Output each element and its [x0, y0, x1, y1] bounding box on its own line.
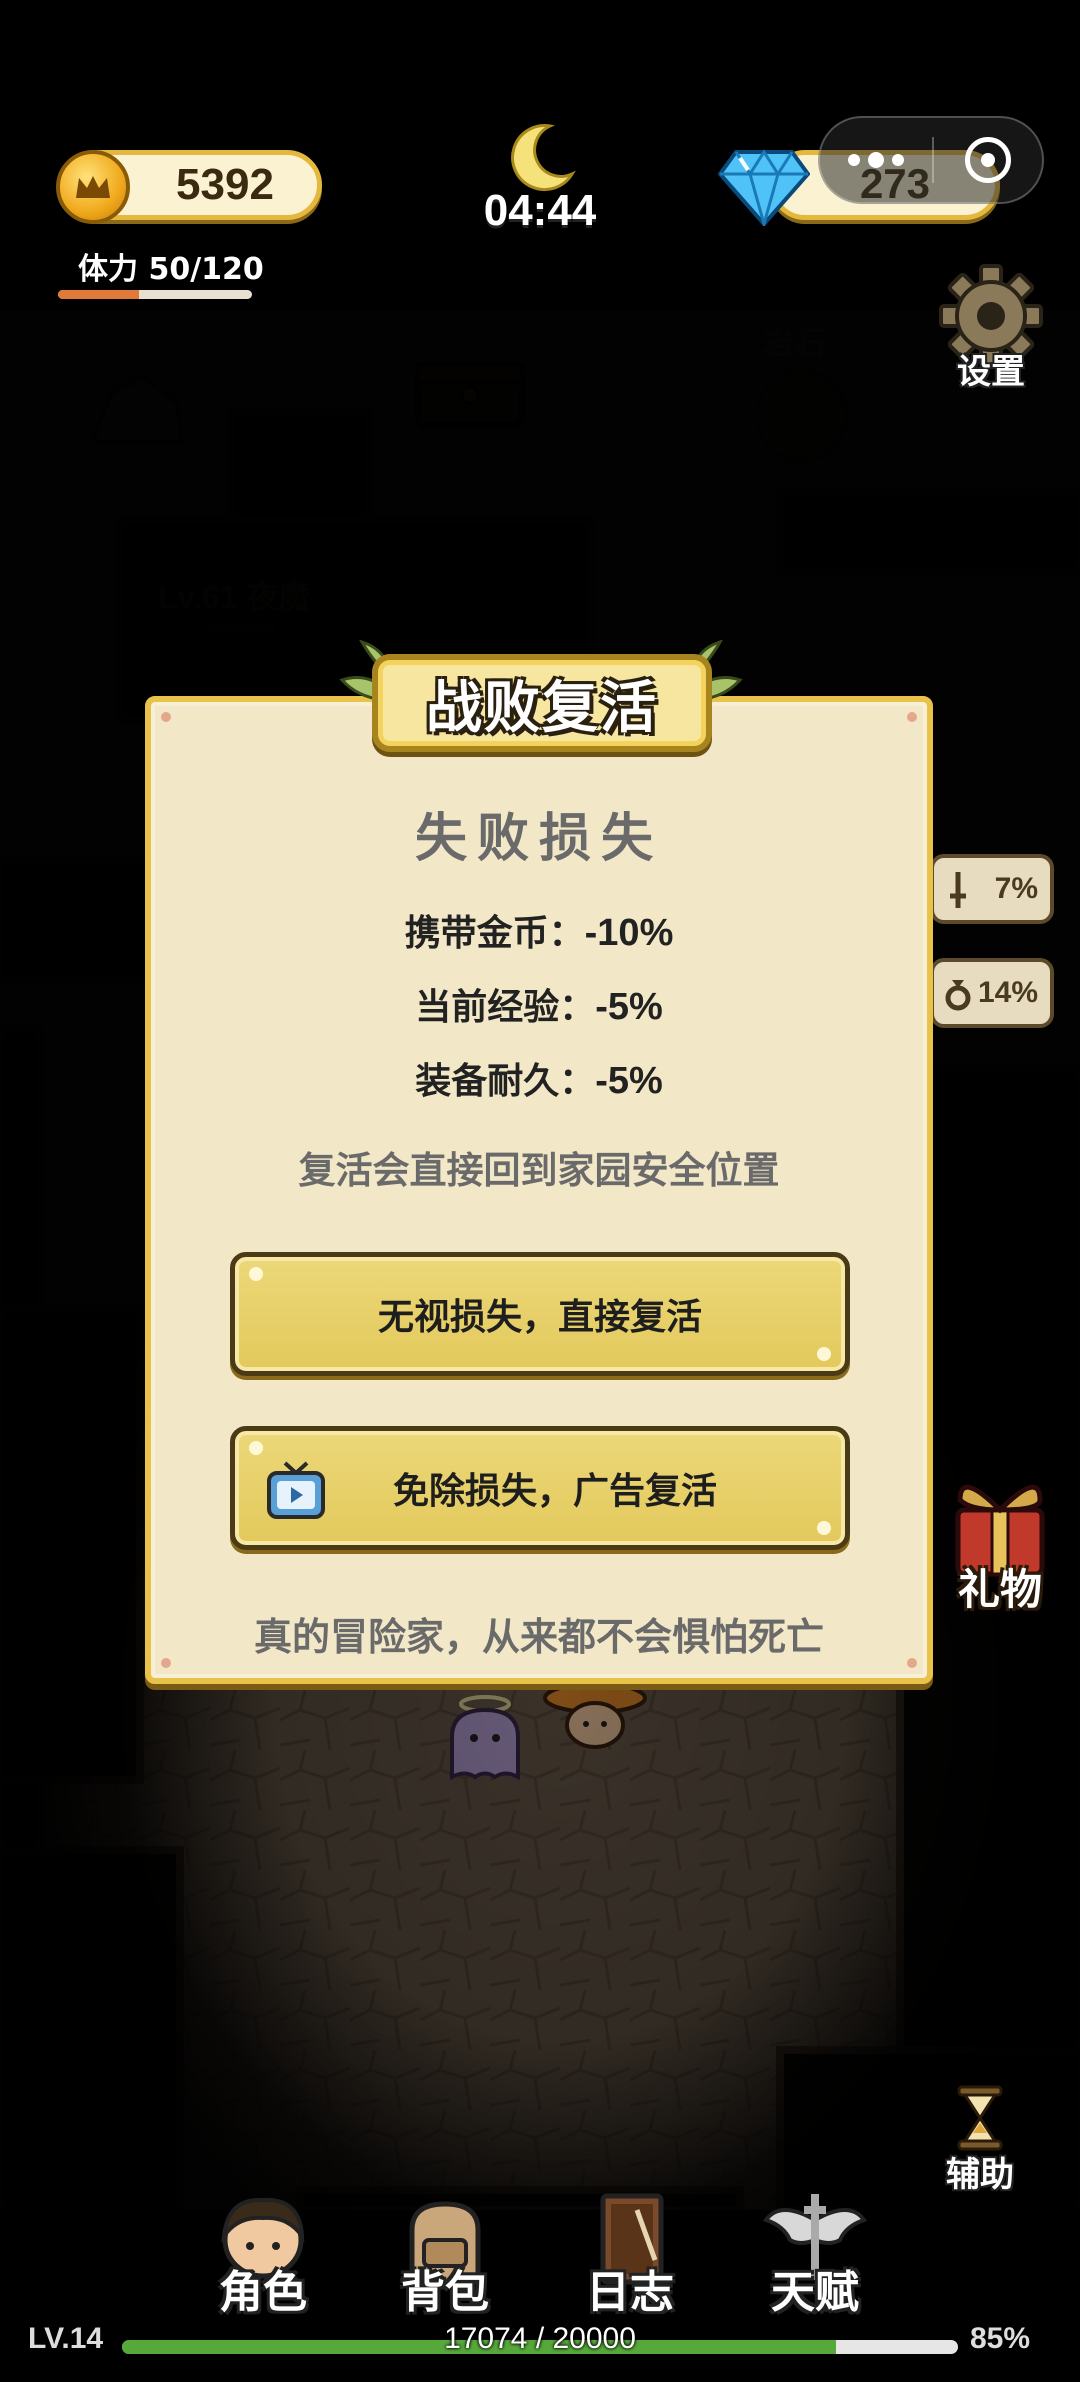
attack-stat-chip: 7% — [930, 854, 1054, 924]
close-mini-program-button[interactable] — [934, 137, 1042, 183]
nav-character-label: 角色 — [219, 2267, 307, 2318]
stamina-label: 体力 50/120 — [78, 252, 264, 287]
button-highlight — [817, 1521, 831, 1535]
loss-durability-row: 装备耐久：-5% — [145, 1052, 933, 1104]
loss-durability-label: 装备耐久： — [415, 1061, 596, 1102]
mini-program-capsule — [818, 116, 1044, 204]
gold-coin-icon — [56, 150, 130, 224]
nav-character[interactable]: 角色 — [188, 2190, 338, 2320]
nav-journal-label: 日志 — [586, 2267, 674, 2318]
loss-gold-label: 携带金币： — [404, 913, 585, 954]
settings-label: 设置 — [957, 352, 1025, 392]
diamond-icon — [718, 149, 810, 226]
dot-icon — [892, 154, 904, 166]
assist-label: 辅助 — [946, 2155, 1014, 2195]
revive-notice: 复活会直接回到家园安全位置 — [298, 1149, 780, 1192]
shield-icon — [945, 980, 971, 1011]
loss-exp-label: 当前经验： — [415, 987, 596, 1028]
nav-journal[interactable]: 日志 — [555, 2190, 705, 2320]
defense-stat-chip: 14% — [930, 958, 1054, 1028]
dot-icon — [868, 152, 884, 168]
assist-button[interactable]: 辅助 — [930, 2085, 1030, 2195]
game-clock: 04:44 — [483, 186, 597, 235]
video-ad-icon — [267, 1461, 325, 1519]
direct-revive-button[interactable]: 无视损失，直接复活 — [230, 1252, 850, 1376]
panel-rivet — [907, 712, 917, 722]
xp-text: 17074 / 20000 — [444, 2322, 636, 2355]
player-level: LV.14 — [28, 2322, 104, 2355]
nav-talent-label: 天赋 — [771, 2267, 859, 2318]
loss-durability-value: -5% — [595, 1060, 663, 1102]
loss-section-title: 失败损失 — [414, 809, 663, 869]
dialog-title: 战败复活 — [426, 675, 658, 741]
gift-label: 礼物 — [957, 1565, 1042, 1614]
gift-button[interactable]: 礼物 — [940, 1470, 1060, 1620]
button-highlight — [817, 1347, 831, 1361]
ad-revive-button[interactable]: 免除损失，广告复活 — [230, 1426, 850, 1550]
loss-gold-value: -10% — [584, 912, 674, 954]
loss-exp-value: -5% — [595, 986, 663, 1028]
coin-value: 5392 — [176, 160, 274, 209]
loss-gold-row: 携带金币：-10% — [145, 904, 933, 956]
nav-backpack[interactable]: 背包 — [370, 2190, 520, 2320]
dialog-motto: 真的冒险家，从来都不会惧怕死亡 — [253, 1615, 824, 1659]
button-highlight — [249, 1267, 263, 1281]
loss-exp-row: 当前经验：-5% — [145, 978, 933, 1030]
attack-stat-value: 7% — [994, 872, 1038, 905]
defense-stat-value: 14% — [977, 976, 1038, 1009]
nav-talent[interactable]: 天赋 — [740, 2190, 890, 2320]
stamina-bar — [58, 290, 252, 299]
nav-backpack-label: 背包 — [401, 2267, 489, 2318]
button-highlight — [249, 1441, 263, 1455]
target-icon — [965, 137, 1011, 183]
hourglass-icon — [957, 2085, 1003, 2151]
stamina-fill — [58, 290, 139, 299]
panel-rivet — [161, 712, 171, 722]
xp-percent: 85% — [970, 2322, 1031, 2355]
more-menu-button[interactable] — [820, 118, 932, 202]
dot-icon — [848, 154, 860, 166]
dialog-title-banner: 战败复活 — [372, 654, 712, 752]
direct-revive-label: 无视损失，直接复活 — [377, 1297, 702, 1338]
settings-button[interactable]: 设置 — [936, 262, 1046, 392]
ad-revive-label: 免除损失，广告复活 — [392, 1471, 717, 1512]
sword-icon — [950, 872, 966, 908]
